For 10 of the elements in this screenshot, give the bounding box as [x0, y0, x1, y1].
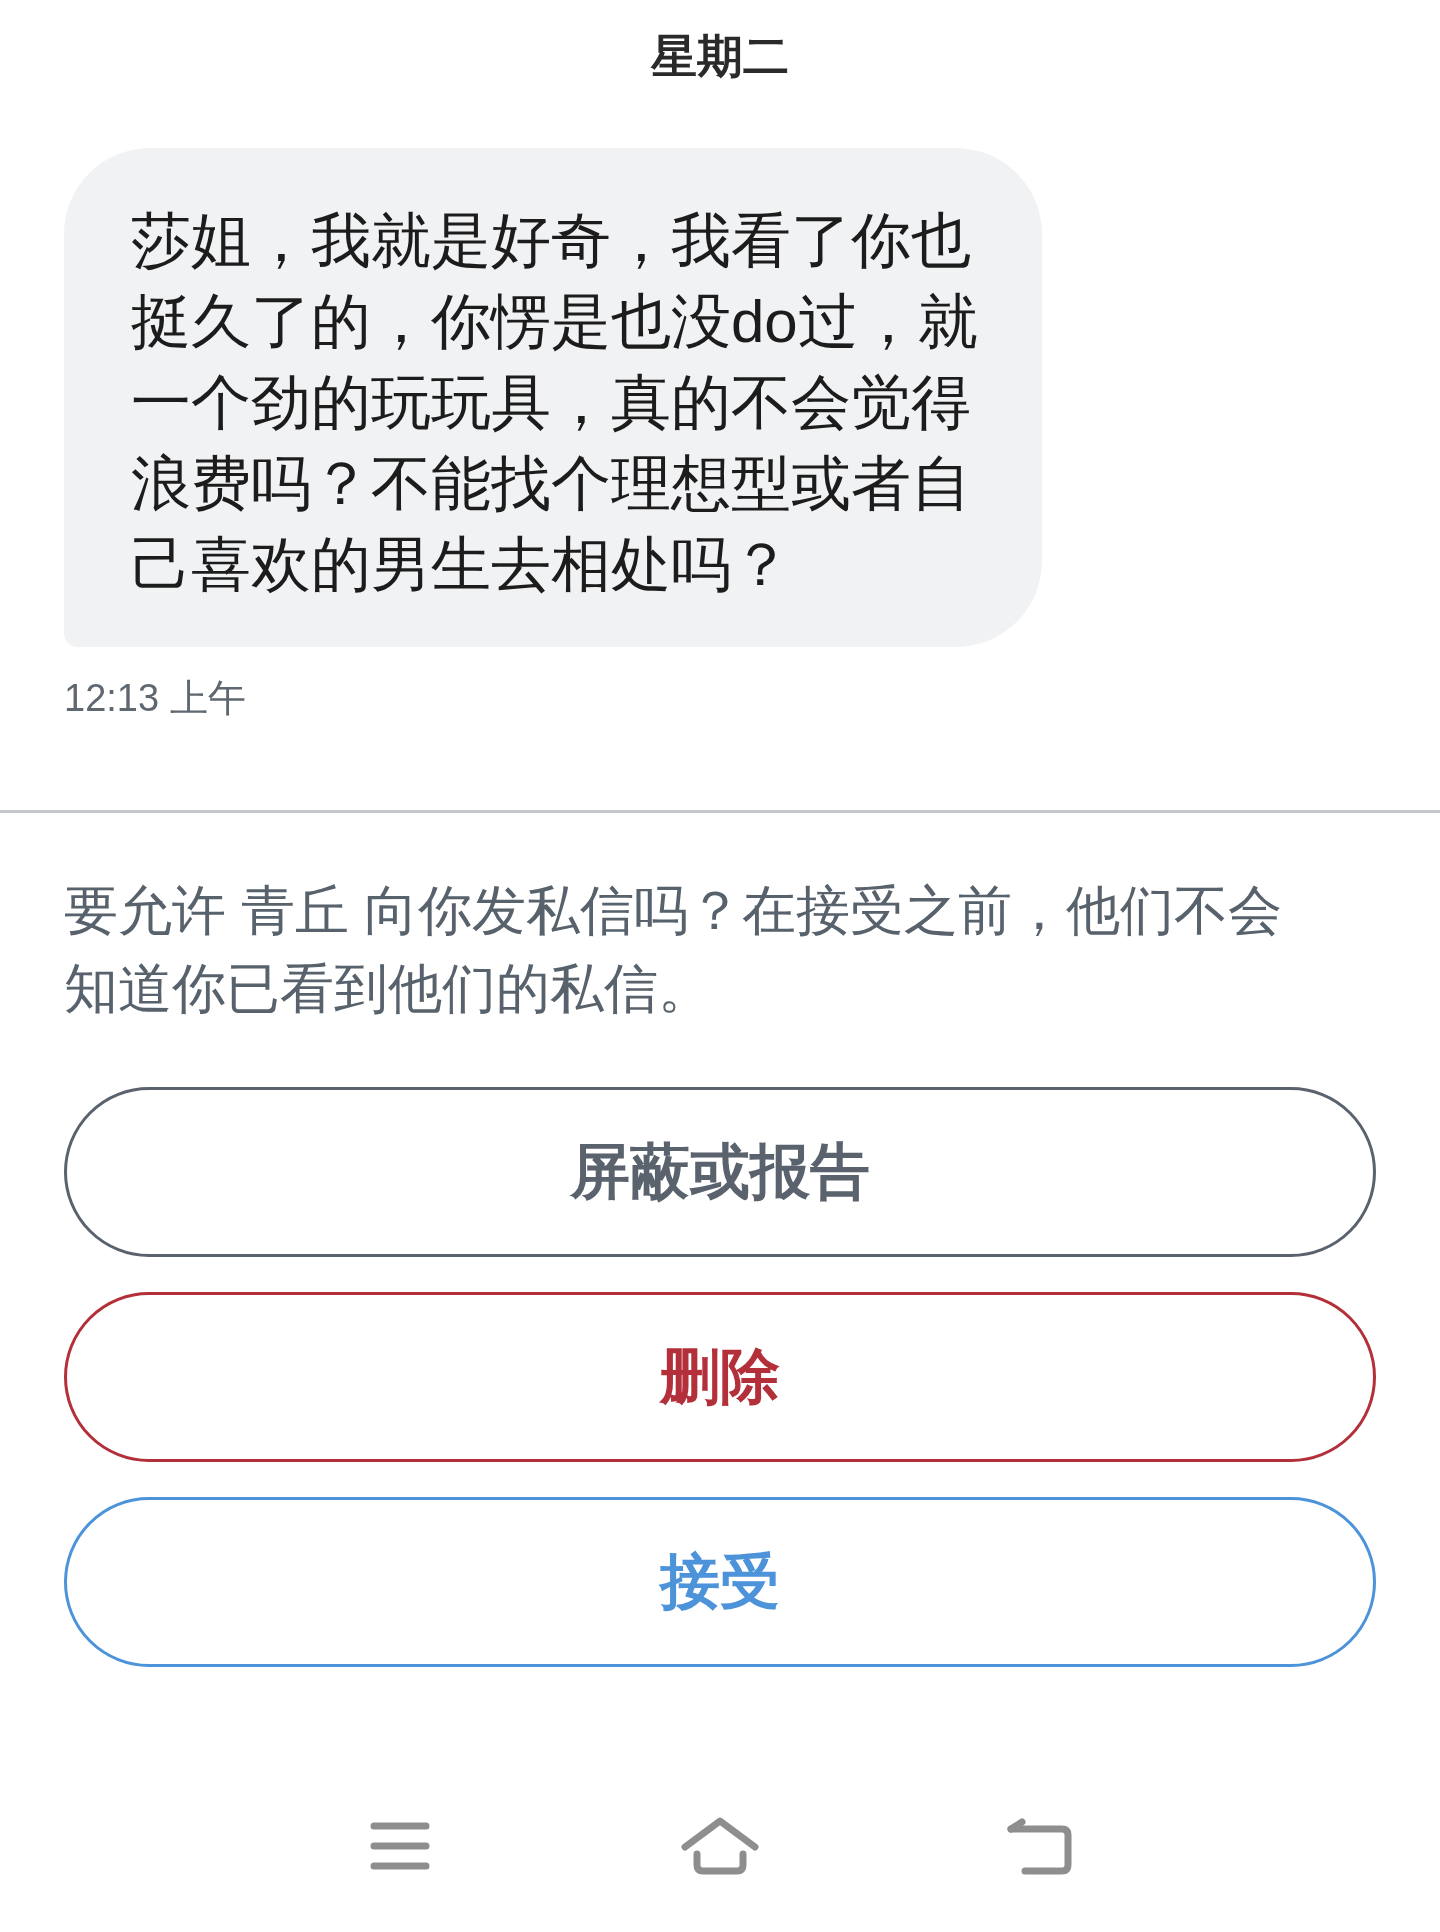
- message-text: 莎姐，我就是好奇，我看了你也挺久了的，你愣是也没do过，就一个劲的玩玩具，真的不会觉得浪费吗？不能找个理想型或者自己喜欢的男生去相处吗？: [131, 206, 979, 600]
- accept-button[interactable]: 接受: [64, 1497, 1376, 1667]
- delete-button[interactable]: 删除: [64, 1292, 1376, 1462]
- day-header: 星期二: [651, 29, 789, 84]
- message-time: 12:13 上午: [64, 676, 246, 721]
- block-report-button[interactable]: 屏蔽或报告: [64, 1087, 1376, 1257]
- back-icon[interactable]: [1007, 1817, 1073, 1875]
- request-text: 要允许 青丘 向你发私信吗？在接受之前，他们不会知道你已看到他们的私信。: [64, 879, 1283, 1020]
- home-icon[interactable]: [681, 1817, 759, 1875]
- menu-icon[interactable]: [370, 1822, 430, 1870]
